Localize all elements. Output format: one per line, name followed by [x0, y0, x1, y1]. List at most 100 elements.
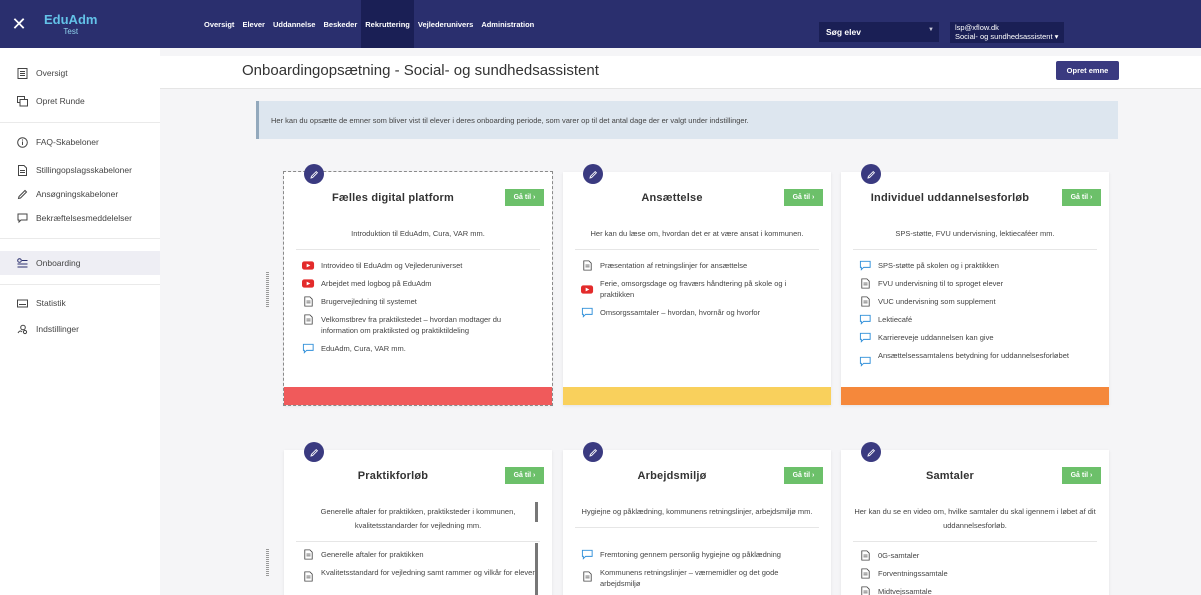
list-item[interactable]: Arbejdet med logbog på EduAdm	[302, 278, 540, 289]
user-menu[interactable]: lsp@xflow.dk Social- og sundhedsassisten…	[950, 22, 1064, 43]
card-items: 0G-samtaler Forventningssamtale Midtvejs…	[859, 550, 1097, 595]
sidebar-item-label: Indstillinger	[36, 324, 79, 334]
stack-icon	[14, 95, 30, 107]
comment-icon	[859, 332, 872, 343]
list-item[interactable]: 0G-samtaler	[859, 550, 1097, 561]
card-description: Her kan du læse om, hvordan det er at væ…	[575, 227, 819, 250]
card-color-bar	[563, 387, 831, 405]
comment-icon	[302, 343, 315, 354]
sidebar-item-label: Statistik	[36, 298, 66, 308]
create-topic-button[interactable]: Opret emne	[1056, 61, 1119, 80]
list-item[interactable]: SPS-støtte på skolen og i praktikken	[859, 260, 1097, 271]
info-icon	[14, 136, 30, 148]
list-item[interactable]: Præsentation af retningslinjer for ansæt…	[581, 260, 819, 271]
sidebar-item-statistik[interactable]: Statistik	[0, 291, 160, 315]
list-item[interactable]: Lektiecafé	[859, 314, 1097, 325]
go-to-button[interactable]: Gå til ›	[505, 189, 544, 206]
list-item[interactable]: Midtvejssamtale	[859, 586, 1097, 595]
list-item[interactable]: Forventningssamtale	[859, 568, 1097, 579]
sidebar-item-indstillinger[interactable]: Indstillinger	[0, 317, 160, 341]
document-icon	[302, 571, 315, 582]
tab-oversigt[interactable]: Oversigt	[200, 0, 238, 48]
tab-vejlederunivers[interactable]: Vejlederunivers	[414, 0, 477, 48]
list-item[interactable]: Karriereveje uddannelsen kan give	[859, 332, 1097, 343]
card-items: Præsentation af retningslinjer for ansæt…	[581, 260, 819, 325]
sidebar-item-label: Onboarding	[36, 258, 81, 268]
list-item[interactable]: Brugervejledning til systemet	[302, 296, 540, 307]
comment-icon	[859, 260, 872, 271]
onboarding-card: Praktikforløb Gå til › Generelle aftaler…	[284, 442, 552, 595]
comment-icon	[859, 314, 872, 325]
card-title: Ansættelse	[641, 192, 703, 204]
list-item[interactable]: Kommunens retningslinjer – værnemidler o…	[581, 567, 819, 589]
student-search-select[interactable]: Søg elev ▼	[819, 22, 939, 42]
list-item[interactable]: Ansættelsessamtalens betydning for uddan…	[859, 350, 1097, 367]
document-icon	[859, 568, 872, 579]
document-icon	[581, 571, 594, 582]
list-item[interactable]: Kvalitetsstandard for vejledning samt ra…	[302, 567, 540, 582]
card-title: Individuel uddannelsesforløb	[870, 192, 1030, 204]
tab-administration[interactable]: Administration	[477, 0, 538, 48]
onboarding-card: Arbejdsmiljø Gå til › Hygiejne og påklæd…	[563, 442, 831, 595]
document-icon	[859, 550, 872, 561]
list-item[interactable]: Fremtoning gennem personlig hygiejne og …	[581, 549, 819, 560]
go-to-button[interactable]: Gå til ›	[1062, 467, 1101, 484]
edit-pencil-icon[interactable]	[861, 164, 881, 184]
app-logo[interactable]: EduAdm Test	[44, 12, 97, 36]
edit-pencil-icon[interactable]	[304, 442, 324, 462]
edit-pencil-icon[interactable]	[861, 442, 881, 462]
info-alert: Her kan du opsætte de emner som bliver v…	[256, 101, 1118, 139]
scrollbar[interactable]	[535, 502, 538, 522]
list-item[interactable]: VUC undervisning som supplement	[859, 296, 1097, 307]
list-item[interactable]: Omsorgssamtaler – hvordan, hvornår og hv…	[581, 307, 819, 318]
tab-elever[interactable]: Elever	[238, 0, 269, 48]
list-item[interactable]: EduAdm, Cura, VAR mm.	[302, 343, 540, 354]
chevron-down-icon: ▼	[928, 27, 934, 33]
document-icon	[302, 314, 315, 325]
document-list-icon	[14, 67, 30, 79]
list-item[interactable]: Velkomstbrev fra praktikstedet – hvordan…	[302, 314, 540, 336]
tab-rekruttering[interactable]: Rekruttering	[361, 0, 414, 48]
sidebar-divider	[0, 238, 160, 239]
list-item[interactable]: FVU undervisning til to sproget elever	[859, 278, 1097, 289]
onboarding-card: Samtaler Gå til › Her kan du se en video…	[841, 442, 1109, 595]
sidebar: Oversigt Opret Runde FAQ-Skabeloner Stil…	[0, 48, 160, 595]
tab-uddannelse[interactable]: Uddannelse	[269, 0, 320, 48]
tab-beskeder[interactable]: Beskeder	[319, 0, 361, 48]
app-env: Test	[63, 27, 79, 36]
sidebar-item-ansoegning[interactable]: Ansøgningskabeloner	[0, 182, 160, 206]
sidebar-item-opret-runde[interactable]: Opret Runde	[0, 89, 160, 113]
drag-handle[interactable]	[266, 272, 269, 308]
sidebar-item-bekraeftelse[interactable]: Bekræftelsesmeddelelser	[0, 206, 160, 230]
list-item[interactable]: Introvideo til EduAdm og Vejlederunivers…	[302, 260, 540, 271]
pencil-icon	[14, 189, 30, 200]
edit-pencil-icon[interactable]	[583, 442, 603, 462]
list-item[interactable]: Ferie, omsorgsdage og fraværs håndtering…	[581, 278, 819, 300]
comment-icon	[581, 307, 594, 318]
sidebar-divider	[0, 122, 160, 123]
document-icon	[302, 549, 315, 560]
edit-pencil-icon[interactable]	[583, 164, 603, 184]
close-menu-icon[interactable]: ✕	[0, 14, 38, 35]
youtube-icon	[302, 260, 315, 271]
sidebar-item-oversigt[interactable]: Oversigt	[0, 61, 160, 85]
sidebar-item-onboarding[interactable]: Onboarding	[0, 251, 160, 275]
go-to-button[interactable]: Gå til ›	[784, 189, 823, 206]
card-items: Fremtoning gennem personlig hygiejne og …	[581, 549, 819, 595]
youtube-icon	[581, 284, 594, 295]
sliders-icon	[14, 257, 30, 269]
go-to-button[interactable]: Gå til ›	[784, 467, 823, 484]
comment-icon	[14, 213, 30, 224]
list-item[interactable]: Generelle aftaler for praktikken	[302, 549, 540, 560]
sidebar-item-label: Bekræftelsesmeddelelser	[36, 213, 132, 223]
sidebar-item-label: Stillingopslagsskabeloner	[36, 165, 132, 175]
keyboard-icon	[14, 298, 30, 309]
student-search-label: Søg elev	[826, 27, 861, 37]
sidebar-item-stillingopslag[interactable]: Stillingopslagsskabeloner	[0, 158, 160, 182]
edit-pencil-icon[interactable]	[304, 164, 324, 184]
drag-handle[interactable]	[266, 549, 269, 577]
document-icon	[859, 586, 872, 595]
sidebar-item-faq[interactable]: FAQ-Skabeloner	[0, 130, 160, 154]
go-to-button[interactable]: Gå til ›	[1062, 189, 1101, 206]
go-to-button[interactable]: Gå til ›	[505, 467, 544, 484]
